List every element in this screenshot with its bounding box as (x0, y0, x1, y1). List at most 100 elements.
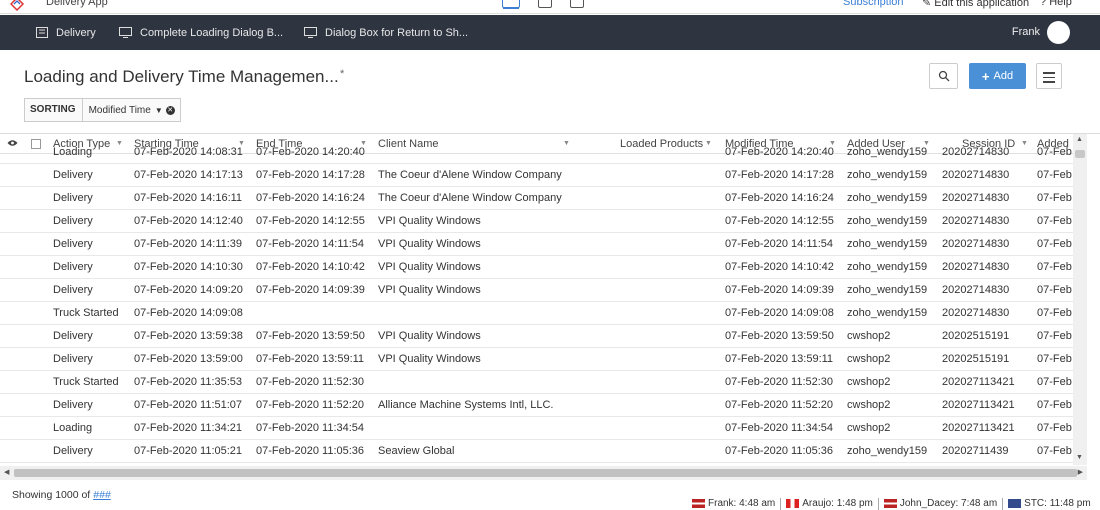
tablet-view-icon[interactable] (538, 0, 552, 8)
cell-added-user: zoho_wendy159 (847, 192, 928, 204)
cell-client-name: The Coeur d'Alene Window Company (378, 192, 562, 204)
scroll-left-icon[interactable]: ◀ (4, 468, 9, 476)
cell-starting-time: 07-Feb-2020 14:08:31 (134, 146, 243, 158)
scroll-right-icon[interactable]: ▶ (1078, 468, 1083, 476)
cell-added-user: cwshop2 (847, 353, 891, 365)
add-button[interactable]: + Add (969, 63, 1026, 89)
cell-starting-time: 07-Feb-2020 13:59:38 (134, 330, 243, 342)
form-icon (119, 27, 132, 38)
scroll-down-icon[interactable]: ▼ (1076, 454, 1083, 461)
edit-application-link[interactable]: ✎ Edit this application (922, 0, 1029, 9)
cell-end-time: 07-Feb-2020 14:20:40 (256, 146, 365, 158)
cell-added-user: zoho_wendy159 (847, 215, 928, 227)
vertical-scroll-thumb[interactable] (1075, 150, 1085, 158)
cell-action-type: Delivery (53, 261, 93, 273)
cell-modified-time: 07-Feb-2020 14:09:39 (725, 284, 834, 296)
table-row[interactable]: Truck Started 07-Feb-2020 11:35:53 07-Feb-… (0, 371, 1073, 394)
cell-added-user: zoho_wendy159 (847, 445, 928, 457)
desktop-view-icon[interactable] (502, 0, 520, 8)
cell-starting-time: 07-Feb-2020 11:35:53 (134, 376, 243, 388)
cell-end-time: 07-Feb-2020 11:52:30 (256, 376, 365, 388)
table-row[interactable]: Delivery 07-Feb-2020 14:09:20 07-Feb-2020 … (0, 279, 1073, 302)
sort-field-select[interactable]: Modified Time (83, 105, 155, 116)
table-row[interactable]: Delivery 07-Feb-2020 13:59:38 07-Feb-2020 … (0, 325, 1073, 348)
canada-flag-icon (786, 498, 800, 508)
more-menu-button[interactable] (1036, 63, 1062, 89)
cell-modified-time: 07-Feb-2020 14:17:28 (725, 169, 834, 181)
cell-added-user: cwshop2 (847, 330, 891, 342)
cell-client-name: VPI Quality Windows (378, 284, 481, 296)
nav-item-delivery[interactable]: Delivery (36, 15, 96, 50)
form-icon (304, 27, 317, 38)
cell-added: 07-Feb (1037, 192, 1072, 204)
page-title: Loading and Delivery Time Managemen... (24, 67, 339, 86)
avatar[interactable] (1047, 21, 1070, 44)
cell-client-name: Alliance Machine Systems Intl, LLC. (378, 399, 554, 411)
search-button[interactable] (929, 63, 958, 89)
cell-client-name: VPI Quality Windows (378, 238, 481, 250)
horizontal-scrollbar[interactable]: ◀ ▶ (0, 466, 1087, 480)
scroll-up-icon[interactable]: ▲ (1076, 136, 1083, 143)
cell-session-id: 202027113421 (942, 399, 1015, 411)
mobile-view-icon[interactable] (570, 0, 584, 8)
cell-end-time: 07-Feb-2020 14:10:42 (256, 261, 365, 273)
cell-action-type: Delivery (53, 192, 93, 204)
cell-session-id: 20202714830 (942, 192, 1010, 204)
table-row[interactable]: Delivery 07-Feb-2020 14:16:11 07-Feb-2020 … (0, 187, 1073, 210)
cell-modified-time: 07-Feb-2020 13:59:11 (725, 353, 834, 365)
cell-added: 07-Feb (1037, 376, 1072, 388)
nav-item-return-dialog[interactable]: Dialog Box for Return to Sh... (304, 15, 468, 50)
table-row[interactable]: Delivery 07-Feb-2020 14:17:13 07-Feb-2020 … (0, 164, 1073, 187)
cell-end-time: 07-Feb-2020 13:59:11 (256, 353, 365, 365)
record-total-link[interactable]: ### (93, 489, 111, 501)
table-row[interactable]: Delivery 07-Feb-2020 14:12:40 07-Feb-2020 … (0, 210, 1073, 233)
table-row[interactable]: Delivery 07-Feb-2020 13:59:00 07-Feb-2020 … (0, 348, 1073, 371)
cell-added: 07-Feb (1037, 261, 1072, 273)
cell-added: 07-Feb (1037, 353, 1072, 365)
cell-added: 07-Feb (1037, 215, 1072, 227)
cell-starting-time: 07-Feb-2020 11:05:21 (134, 445, 243, 457)
cell-action-type: Truck Started (53, 307, 119, 319)
cell-action-type: Delivery (53, 284, 93, 296)
sorting-label: SORTING (25, 99, 83, 121)
cell-client-name: VPI Quality Windows (378, 353, 481, 365)
cell-action-type: Loading (53, 146, 93, 158)
subscription-link[interactable]: Subscription (843, 0, 904, 8)
cell-added: 07-Feb (1037, 146, 1072, 158)
cell-client-name: The Coeur d'Alene Window Company (378, 169, 562, 181)
horizontal-scroll-thumb[interactable] (14, 469, 1077, 477)
user-name[interactable]: Frank (1012, 26, 1040, 38)
cell-starting-time: 07-Feb-2020 13:59:00 (134, 353, 243, 365)
cell-session-id: 202027113421 (942, 376, 1015, 388)
clock-label: Frank: 4:48 am (708, 498, 776, 509)
clear-sort-icon[interactable]: ✕ (165, 105, 175, 115)
navbar: Delivery Complete Loading Dialog B... Di… (0, 15, 1100, 50)
report-icon (36, 27, 48, 38)
plus-icon: + (981, 68, 990, 84)
table-row[interactable]: Loading 07-Feb-2020 14:08:31 07-Feb-2020 1… (0, 141, 1073, 164)
help-link[interactable]: ? Help (1040, 0, 1072, 8)
vertical-scrollbar[interactable]: ▲ ▼ (1073, 134, 1087, 465)
chevron-down-icon[interactable]: ▼ (155, 106, 163, 115)
sorting-bar: SORTING Modified Time ▼ ✕ (24, 98, 181, 122)
clock-john-dacey: John_Dacey: 7:48 am (883, 498, 997, 510)
cell-action-type: Delivery (53, 215, 93, 227)
table-row[interactable]: Delivery 07-Feb-2020 14:10:30 07-Feb-2020 … (0, 256, 1073, 279)
cell-end-time: 07-Feb-2020 14:17:28 (256, 169, 365, 181)
cell-starting-time: 07-Feb-2020 14:11:39 (134, 238, 243, 250)
cell-action-type: Delivery (53, 399, 93, 411)
table-row[interactable]: Loading 07-Feb-2020 11:34:21 07-Feb-2020 1… (0, 417, 1073, 440)
cell-modified-time: 07-Feb-2020 11:52:30 (725, 376, 834, 388)
table-row[interactable]: Truck Started 07-Feb-2020 14:09:08 07-Feb-… (0, 302, 1073, 325)
table-row[interactable]: Delivery 07-Feb-2020 14:11:39 07-Feb-2020 … (0, 233, 1073, 256)
table-row[interactable]: Delivery 07-Feb-2020 11:05:21 07-Feb-2020 … (0, 440, 1073, 463)
cell-starting-time: 07-Feb-2020 11:51:07 (134, 399, 243, 411)
cell-modified-time: 07-Feb-2020 14:12:55 (725, 215, 834, 227)
nav-item-complete-loading[interactable]: Complete Loading Dialog B... (119, 15, 283, 50)
cell-modified-time: 07-Feb-2020 11:05:36 (725, 445, 834, 457)
cell-action-type: Loading (53, 422, 93, 434)
table-row[interactable]: Delivery 07-Feb-2020 11:51:07 07-Feb-2020 … (0, 394, 1073, 417)
cell-added-user: zoho_wendy159 (847, 238, 928, 250)
app-name[interactable]: Delivery App (46, 0, 108, 8)
add-button-label: Add (993, 70, 1014, 82)
